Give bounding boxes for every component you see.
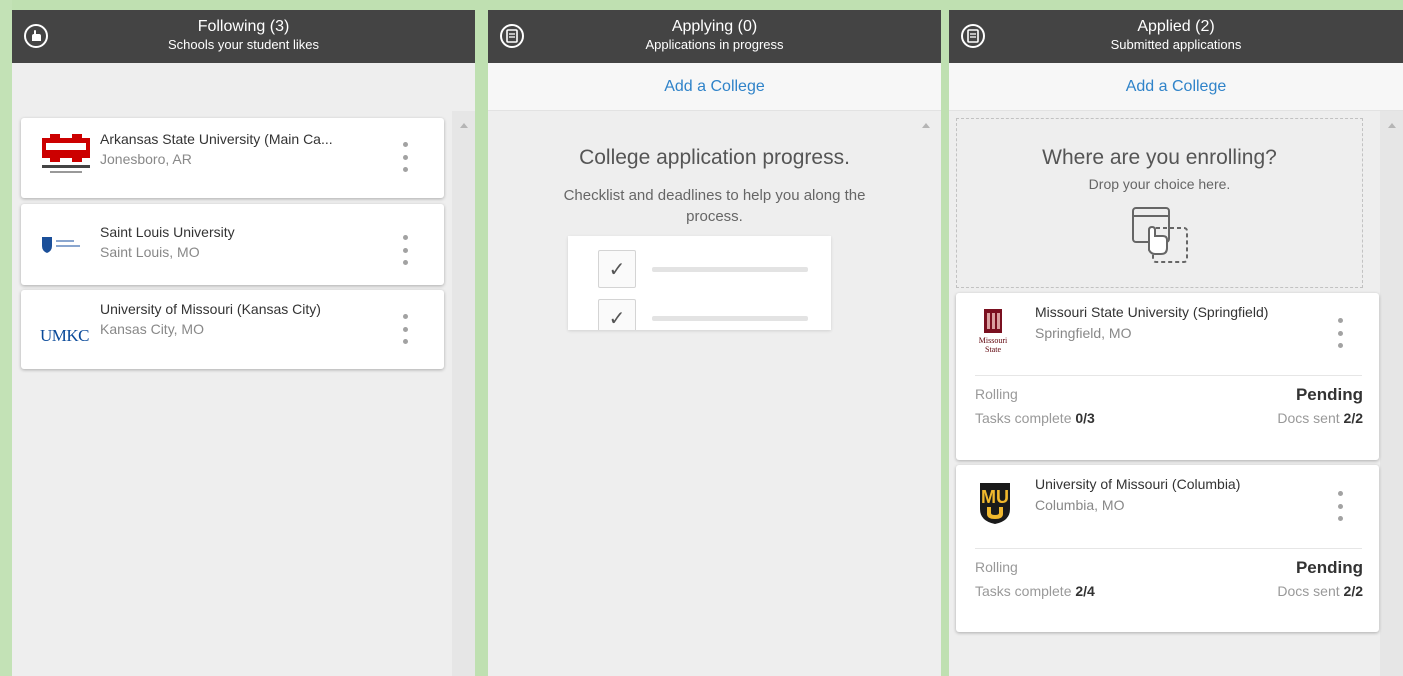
docs-label: Docs sent	[1277, 410, 1344, 426]
checkmark-icon: ✓	[598, 299, 636, 330]
tasks-complete: Tasks complete 0/3	[975, 410, 1095, 426]
drag-drop-icon	[1129, 204, 1191, 271]
scrollbar-track[interactable]	[452, 111, 475, 676]
following-header: Following (3) Schools your student likes	[12, 10, 475, 63]
application-card[interactable]: Missouri State Missouri State University…	[956, 293, 1379, 460]
side-strip	[0, 0, 12, 676]
docs-label: Docs sent	[1277, 583, 1344, 599]
checklist-illustration: ✓ ✓	[568, 236, 831, 330]
document-icon	[500, 24, 524, 48]
tasks-value: 2/4	[1075, 583, 1095, 599]
following-subtitle: Schools your student likes	[167, 37, 320, 52]
drop-zone-subtitle: Drop your choice here.	[1088, 176, 1231, 192]
school-logo: UMKC	[40, 326, 90, 345]
school-name[interactable]: University of Missouri (Kansas City)	[100, 301, 321, 317]
school-card[interactable]: UMKC University of Missouri (Kansas City…	[21, 290, 444, 369]
docs-value: 2/2	[1343, 410, 1363, 426]
tasks-value: 0/3	[1075, 410, 1095, 426]
school-card[interactable]: Saint Louis University Saint Louis, MO	[21, 204, 444, 285]
docs-sent: Docs sent 2/2	[1277, 583, 1363, 599]
more-options-icon[interactable]	[1336, 318, 1344, 348]
applying-column: Applying (0) Applications in progress Ad…	[488, 10, 941, 676]
svg-text:State: State	[985, 345, 1001, 354]
tasks-complete: Tasks complete 2/4	[975, 583, 1095, 599]
school-name[interactable]: Arkansas State University (Main Ca...	[100, 131, 333, 147]
card-divider	[975, 548, 1362, 549]
following-toolbar	[12, 63, 475, 111]
school-logo	[38, 234, 94, 254]
applied-header: Applied (2) Submitted applications	[949, 10, 1403, 63]
more-options-icon[interactable]	[401, 314, 409, 344]
following-title: Following (3)	[197, 18, 290, 35]
more-options-icon[interactable]	[401, 142, 409, 172]
status-badge: Pending	[1295, 558, 1363, 577]
scroll-up-icon[interactable]	[460, 123, 468, 128]
add-college-link[interactable]: Add a College	[488, 63, 941, 111]
scrollbar-track[interactable]	[1380, 111, 1403, 676]
svg-text:Missouri: Missouri	[979, 336, 1008, 345]
scroll-up-icon[interactable]	[922, 123, 930, 128]
school-location: Kansas City, MO	[100, 321, 204, 337]
application-card[interactable]: MU University of Missouri (Columbia) Col…	[956, 465, 1379, 632]
more-options-icon[interactable]	[401, 235, 409, 265]
scroll-up-icon[interactable]	[1388, 123, 1396, 128]
school-name[interactable]: University of Missouri (Columbia)	[1035, 476, 1240, 492]
applying-header: Applying (0) Applications in progress	[488, 10, 941, 63]
card-divider	[975, 375, 1362, 376]
docs-value: 2/2	[1343, 583, 1363, 599]
school-logo: Missouri State	[974, 307, 1012, 357]
empty-state-title: College application progress.	[579, 146, 850, 169]
applying-title: Applying (0)	[671, 18, 758, 35]
hand-icon	[24, 24, 48, 48]
school-location: Springfield, MO	[1035, 325, 1132, 341]
following-column: Following (3) Schools your student likes…	[12, 10, 475, 676]
tasks-label: Tasks complete	[975, 410, 1076, 426]
placeholder-line	[652, 315, 808, 321]
school-card[interactable]: Arkansas State University (Main Ca... Jo…	[21, 118, 444, 198]
school-name[interactable]: Saint Louis University	[100, 224, 235, 240]
applying-subtitle: Applications in progress	[645, 37, 784, 52]
logo-text: MU	[981, 487, 1009, 507]
more-options-icon[interactable]	[1336, 491, 1344, 521]
deadline-label: Rolling	[975, 559, 1018, 575]
enrollment-drop-zone[interactable]: Where are you enrolling? Drop your choic…	[956, 118, 1363, 288]
applied-subtitle: Submitted applications	[1110, 37, 1242, 52]
deadline-label: Rolling	[975, 386, 1018, 402]
school-location: Columbia, MO	[1035, 497, 1125, 513]
checklist-row: ✓	[598, 250, 808, 288]
document-icon	[961, 24, 985, 48]
tasks-label: Tasks complete	[975, 583, 1076, 599]
school-logo	[38, 134, 94, 176]
school-logo: MU	[978, 481, 1012, 525]
placeholder-line	[652, 266, 808, 272]
docs-sent: Docs sent 2/2	[1277, 410, 1363, 426]
drop-zone-title: Where are you enrolling?	[1042, 146, 1277, 169]
checkmark-icon: ✓	[598, 250, 636, 288]
checklist-row: ✓	[598, 299, 808, 330]
applied-column: Applied (2) Submitted applications Add a…	[949, 10, 1403, 676]
empty-state-description: Checklist and deadlines to help you alon…	[563, 187, 866, 225]
school-location: Saint Louis, MO	[100, 244, 200, 260]
status-badge: Pending	[1295, 385, 1363, 404]
school-name[interactable]: Missouri State University (Springfield)	[1035, 304, 1268, 320]
applied-title: Applied (2)	[1137, 18, 1215, 35]
add-college-link[interactable]: Add a College	[949, 63, 1403, 111]
school-location: Jonesboro, AR	[100, 151, 192, 167]
